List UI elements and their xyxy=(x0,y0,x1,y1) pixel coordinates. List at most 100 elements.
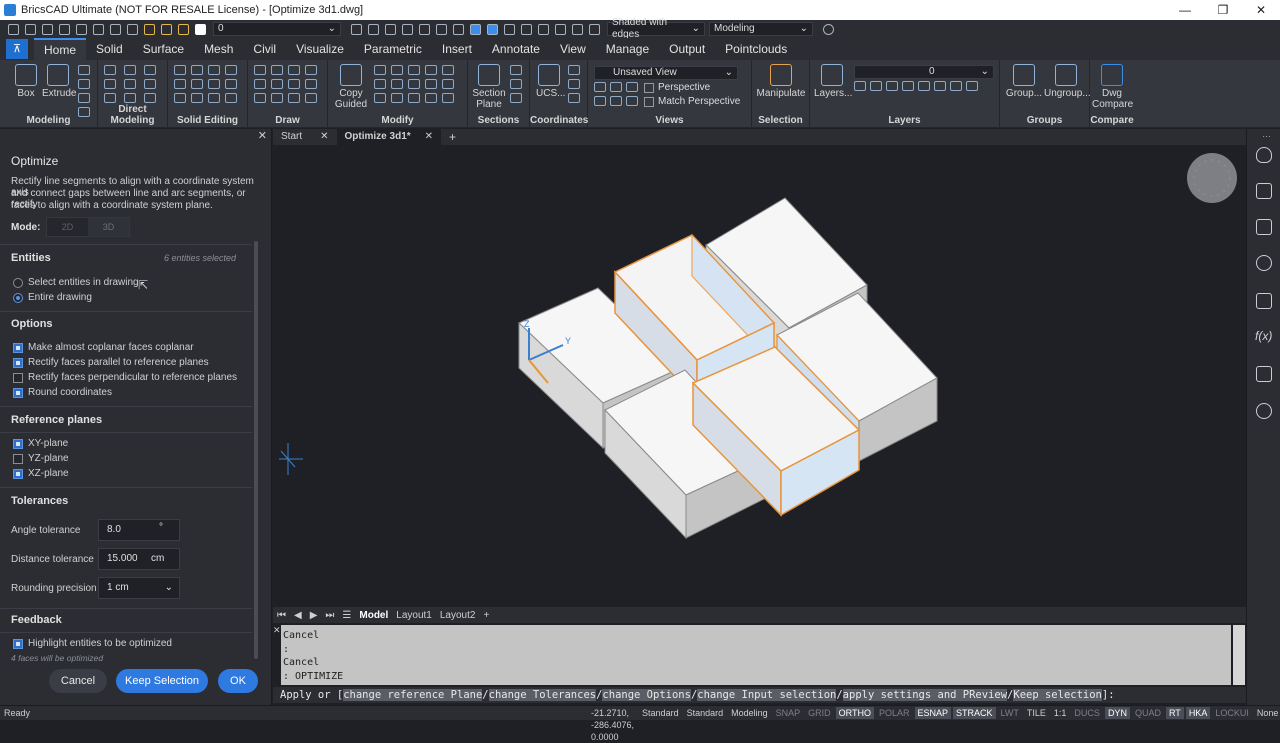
angle-tolerance-input[interactable]: 8.0 ° xyxy=(98,519,180,541)
array-icon[interactable] xyxy=(425,65,437,75)
tab-optimize-drawing[interactable]: Optimize 3d1* ✕ xyxy=(336,129,442,145)
command-line[interactable]: Apply or [change reference Plane/change … xyxy=(273,687,1246,703)
esnap-toggle[interactable]: ESNAP xyxy=(914,707,952,719)
named-view-select[interactable]: Unsaved View ⌄ xyxy=(594,66,738,80)
save-as-icon[interactable] xyxy=(59,23,70,35)
tab-annotate[interactable]: Annotate xyxy=(482,38,550,60)
tab-start[interactable]: Start ✕ xyxy=(273,129,337,145)
panel-scrollbar[interactable] xyxy=(254,241,258,659)
hatch-draw-icon[interactable] xyxy=(305,65,317,75)
scale-icon[interactable] xyxy=(408,79,420,89)
option-change-tolerances[interactable]: change Tolerances xyxy=(488,689,597,701)
close-window-button[interactable]: ✕ xyxy=(1242,0,1280,20)
layer-sun-icon[interactable] xyxy=(161,23,172,35)
construction-line-icon[interactable] xyxy=(271,79,283,89)
perpendicular-checkbox[interactable] xyxy=(13,373,23,383)
properties-icon[interactable] xyxy=(572,23,583,35)
option-apply-and-preview[interactable]: apply settings and PReview xyxy=(842,689,1008,701)
shade-icon[interactable] xyxy=(470,23,481,35)
spline-icon[interactable] xyxy=(271,65,283,75)
move-face-icon[interactable] xyxy=(124,65,136,75)
layers-icon[interactable] xyxy=(555,23,566,35)
distance-tolerance-input[interactable]: 15.000 cm xyxy=(98,548,180,570)
view-restore-icon[interactable] xyxy=(626,96,638,106)
select-cube-icon[interactable] xyxy=(385,23,396,35)
chamfer-edge-icon[interactable] xyxy=(191,79,203,89)
layer-state-icon[interactable] xyxy=(144,23,155,35)
last-layout-icon[interactable]: ⏭ xyxy=(321,610,338,621)
point-icon[interactable] xyxy=(288,93,300,103)
view-top-icon[interactable] xyxy=(594,82,606,92)
cylinder-icon[interactable] xyxy=(78,65,90,75)
delete-face-icon[interactable] xyxy=(144,79,156,89)
layer-match-icon[interactable] xyxy=(918,81,930,91)
first-layout-icon[interactable]: ⏮ xyxy=(273,610,290,621)
ellipse-icon[interactable] xyxy=(305,79,317,89)
text-icon[interactable] xyxy=(436,23,447,35)
mode-3d-button[interactable]: 3D xyxy=(88,218,129,236)
trim-icon[interactable] xyxy=(391,65,403,75)
pick-cursor-icon[interactable]: ⇱ xyxy=(138,278,148,292)
application-menu-button[interactable]: ⊼ xyxy=(6,39,28,59)
hatch-icon[interactable] xyxy=(419,23,430,35)
rotate-face-icon[interactable] xyxy=(144,65,156,75)
view-iso-icon[interactable] xyxy=(626,82,638,92)
tile-toggle[interactable]: TILE xyxy=(1024,707,1049,719)
tab-insert[interactable]: Insert xyxy=(432,38,482,60)
layer-freeze-icon[interactable] xyxy=(886,81,898,91)
formula-icon[interactable]: f(x) xyxy=(1255,329,1272,343)
keep-selection-button[interactable]: Keep Selection xyxy=(116,669,208,693)
option-change-reference-plane[interactable]: change reference Plane xyxy=(343,689,483,701)
ortho-toggle[interactable]: ORTHO xyxy=(835,707,874,719)
layer-isolate-icon[interactable] xyxy=(870,81,882,91)
erase-icon[interactable] xyxy=(374,93,386,103)
tab-home[interactable]: Home xyxy=(34,38,87,60)
section-view-icon[interactable] xyxy=(510,65,522,75)
save-icon[interactable] xyxy=(42,23,53,35)
tab-solid[interactable]: Solid xyxy=(86,38,133,60)
layer-previous-icon[interactable] xyxy=(934,81,946,91)
view-save-icon[interactable] xyxy=(610,96,622,106)
dwg-compare-button[interactable]: Dwg Compare xyxy=(1092,64,1133,110)
stretch-icon[interactable] xyxy=(442,65,454,75)
copy-icon[interactable] xyxy=(374,79,386,89)
history-icon[interactable] xyxy=(225,93,237,103)
manipulate-button[interactable]: Manipulate xyxy=(756,64,806,99)
model-viewport[interactable]: Z Y xyxy=(273,145,1246,607)
layer-off-icon[interactable] xyxy=(854,81,866,91)
annotation-scale-status[interactable]: None xyxy=(1254,707,1280,719)
wireframe-icon[interactable] xyxy=(504,23,515,35)
snap-toggle[interactable]: SNAP xyxy=(773,707,804,719)
ucs-object-icon[interactable] xyxy=(568,79,580,89)
close-tab-icon[interactable]: ✕ xyxy=(425,131,433,142)
fillet-icon[interactable] xyxy=(442,79,454,89)
ucs-button[interactable]: UCS... xyxy=(536,64,565,99)
match-perspective-checkbox[interactable] xyxy=(644,97,654,107)
sphere-icon[interactable] xyxy=(78,79,90,89)
close-command-icon[interactable]: ✕ xyxy=(273,625,281,636)
hidden-icon[interactable] xyxy=(521,23,532,35)
section-settings-icon[interactable] xyxy=(510,79,522,89)
more-options-icon[interactable]: … xyxy=(1262,129,1271,139)
align-icon[interactable] xyxy=(425,93,437,103)
tab-civil[interactable]: Civil xyxy=(243,38,286,60)
minimize-button[interactable]: — xyxy=(1166,0,1204,20)
section-jog-icon[interactable] xyxy=(510,93,522,103)
subtract-icon[interactable] xyxy=(191,65,203,75)
perspective-checkbox[interactable] xyxy=(644,83,654,93)
dyn-toggle[interactable]: DYN xyxy=(1104,707,1130,719)
box-button[interactable]: Box xyxy=(12,64,40,99)
polygon-icon[interactable] xyxy=(254,93,266,103)
undo-icon[interactable] xyxy=(110,23,121,35)
option-change-input-selection[interactable]: change Input selection xyxy=(697,689,837,701)
help-icon[interactable] xyxy=(823,23,834,35)
region-icon[interactable] xyxy=(305,93,317,103)
wedge-icon[interactable] xyxy=(78,93,90,103)
xy-plane-checkbox[interactable] xyxy=(13,439,23,449)
tab-visualize[interactable]: Visualize xyxy=(286,38,354,60)
option-change-options[interactable]: change Options xyxy=(602,689,691,701)
highlight-checkbox[interactable] xyxy=(13,639,23,649)
clean-icon[interactable] xyxy=(191,93,203,103)
revolve-face-icon[interactable] xyxy=(124,93,136,103)
taper-icon[interactable] xyxy=(104,79,116,89)
